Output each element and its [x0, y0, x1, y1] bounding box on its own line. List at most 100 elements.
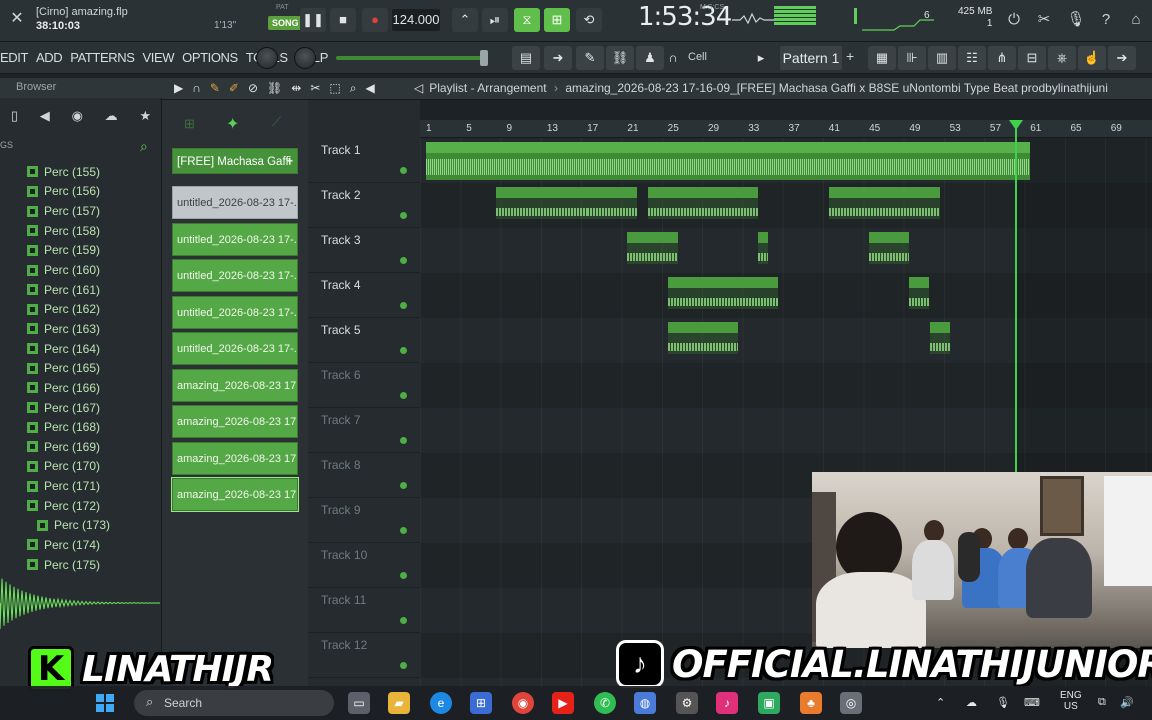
volume-icon[interactable]: 🔊 [1120, 696, 1134, 709]
playhead-marker[interactable] [1009, 120, 1024, 130]
step-edit-icon[interactable]: ⊞ [544, 8, 570, 32]
countdown-icon[interactable]: ⧖ [514, 8, 540, 32]
file-icon[interactable]: ▯ [11, 108, 18, 124]
tempo-display[interactable]: 124.000 [392, 9, 440, 31]
tiktok-app-icon[interactable]: ♪ [716, 692, 738, 714]
menu-edit[interactable]: EDIT [0, 50, 28, 65]
settings-icon[interactable]: ⚙ [676, 692, 698, 714]
browser-item[interactable]: Perc (164) [0, 339, 160, 359]
delete-tool-icon[interactable]: ⊘ [248, 81, 258, 96]
browser-item[interactable]: Perc (158) [0, 221, 160, 241]
picker-clip-item[interactable]: amazing_2026-08-23 17... [172, 405, 298, 438]
whatsapp-icon[interactable]: ✆ [594, 692, 616, 714]
task-view-icon[interactable]: ▭ [348, 692, 370, 714]
metronome-icon[interactable]: ⌃ [452, 8, 478, 32]
help-icon[interactable]: ? [1094, 8, 1118, 32]
browser-item[interactable]: Perc (161) [0, 280, 160, 300]
playlist-icon[interactable]: ▦ [868, 46, 896, 70]
touch-icon[interactable]: ☝ [1078, 46, 1106, 70]
track-mute-led[interactable] [400, 392, 407, 399]
pat-mode-label[interactable]: PAT [276, 4, 289, 11]
track-header[interactable]: Track 4 [308, 273, 420, 318]
browser-item[interactable]: Perc (159) [0, 241, 160, 261]
track-header[interactable]: Track 10 [308, 543, 420, 588]
microphone-icon[interactable]: 🎙 [1064, 8, 1088, 32]
search-icon[interactable]: ⌕ [140, 138, 148, 155]
slice-tool-icon[interactable]: ✂ [310, 81, 320, 96]
cloud-icon[interactable]: ☁ [105, 108, 118, 124]
arrow-right-icon[interactable]: ➜ [544, 46, 572, 70]
snap-setting[interactable]: Cell [688, 51, 707, 63]
youtube-icon[interactable]: ▶ [552, 692, 574, 714]
picker-clip-item[interactable]: untitled_2026-08-23 17-... [172, 296, 298, 329]
discord-icon[interactable]: ◍ [634, 692, 656, 714]
browser-item[interactable]: Perc (167) [0, 398, 160, 418]
pause-button[interactable]: ❚❚ [300, 8, 326, 32]
channel-rack-icon[interactable]: ⊪ [898, 46, 926, 70]
audio-clip[interactable] [929, 322, 950, 354]
browser-item[interactable]: Perc (171) [0, 476, 160, 496]
wait-input-icon[interactable]: ⏯ [482, 8, 508, 32]
paint-tool-icon[interactable]: ✐ [229, 81, 239, 96]
browser-title[interactable]: Browser [0, 78, 162, 98]
file-explorer-icon[interactable]: ▰ [388, 692, 410, 714]
track-header[interactable]: Track 9 [308, 498, 420, 543]
browser-item[interactable]: Perc (169) [0, 437, 160, 457]
audio-clip[interactable]: unt..1 [627, 232, 678, 264]
audio-clip[interactable] [869, 232, 910, 264]
network-icon[interactable]: ⧉ [1098, 696, 1106, 709]
mute-tool-icon[interactable]: ⛓ [267, 81, 282, 96]
pattern-selector[interactable]: Pattern 1 [780, 46, 842, 70]
browser-item[interactable]: Perc (155) [0, 162, 160, 182]
edge-icon[interactable]: e [430, 692, 452, 714]
fl-studio-icon[interactable]: ♣ [800, 692, 822, 714]
close-icon[interactable]: ✕ [6, 8, 28, 30]
master-pitch-knob[interactable] [294, 47, 316, 69]
audio-clip[interactable] [667, 322, 739, 354]
picker-clip-item[interactable]: untitled_2026-08-23 17-... [172, 332, 298, 365]
menu-add[interactable]: ADD [36, 50, 63, 65]
track-mute-led[interactable] [400, 212, 407, 219]
track-mute-led[interactable] [400, 167, 407, 174]
track-mute-led[interactable] [400, 437, 407, 444]
prev-pattern-icon[interactable]: ▸ [750, 46, 772, 70]
browser-item[interactable]: Perc (172) [0, 496, 160, 516]
forward-icon[interactable]: ➔ [1108, 46, 1136, 70]
browser-item[interactable]: Perc (157) [0, 201, 160, 221]
picker-slice-icon[interactable]: ⟋ [272, 114, 281, 130]
browser-item[interactable]: Perc (165) [0, 358, 160, 378]
chrome-icon[interactable]: ◉ [512, 692, 534, 714]
link-icon[interactable]: ⛓ [606, 46, 634, 70]
capcut-icon[interactable]: ▣ [758, 692, 780, 714]
browser-item[interactable]: Perc (170) [0, 457, 160, 477]
song-mode-toggle[interactable]: SONG [268, 16, 303, 30]
stamp-icon[interactable]: ♟ [636, 46, 664, 70]
menu-view[interactable]: VIEW [142, 50, 174, 65]
browser-item[interactable]: Perc (166) [0, 378, 160, 398]
language-indicator[interactable]: ENG US [1060, 690, 1082, 712]
browser-item[interactable]: Perc (160) [0, 260, 160, 280]
master-slider-track[interactable] [336, 56, 488, 60]
playlist-view-button[interactable]: ▤ [512, 46, 540, 70]
track-header[interactable]: Track 12 [308, 633, 420, 678]
piano-roll-icon[interactable]: ▥ [928, 46, 956, 70]
track-header[interactable]: Track 3 [308, 228, 420, 273]
audio-clip[interactable]: untitled_..Insert 1 [496, 187, 588, 219]
tray-chevron-icon[interactable]: ⌃ [936, 696, 945, 709]
track-mute-led[interactable] [400, 257, 407, 264]
playlist-menu-icon[interactable]: ▶ [174, 81, 183, 96]
track-mute-led[interactable] [400, 482, 407, 489]
audio-clip[interactable]: unti..t 1 [828, 187, 890, 219]
browser-item[interactable]: Perc (175) [0, 555, 160, 575]
picker-clip-item[interactable]: untitled_2026-08-23 17-... [172, 259, 298, 292]
star-icon[interactable]: ★ [139, 108, 151, 124]
audio-clip[interactable] [758, 232, 769, 264]
tree-icon[interactable]: ⋔ [988, 46, 1016, 70]
audio-clip[interactable] [909, 277, 930, 309]
draw-tool-icon[interactable]: ✎ [210, 81, 220, 96]
loop-record-icon[interactable]: ⟲ [576, 8, 602, 32]
picker-clip-item[interactable]: untitled_2026-08-23 17-... [172, 223, 298, 256]
magnet-icon[interactable]: ∩ [664, 46, 682, 70]
menu-patterns[interactable]: PATTERNS [70, 50, 135, 65]
picker-clip-icon[interactable]: ✦ [226, 114, 239, 134]
